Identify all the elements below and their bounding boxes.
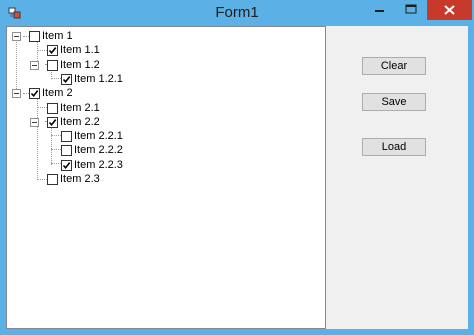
tree-view[interactable]: Item 1 Item 1.1 Item 1.2 Item 1.2.1 Item 2 It… — [6, 26, 326, 329]
tree-node-label[interactable]: Item 2 — [42, 86, 73, 100]
minimize-button[interactable] — [365, 0, 393, 20]
tree-node-checkbox[interactable] — [47, 116, 58, 128]
tree-connector — [51, 149, 61, 150]
tree-node-checkbox[interactable] — [47, 102, 58, 114]
tree-node-checkbox[interactable] — [61, 131, 72, 143]
tree-connector — [51, 163, 61, 164]
tree-expander-icon[interactable] — [12, 32, 21, 41]
checkmark-icon — [48, 47, 57, 55]
tree-connector — [37, 107, 47, 108]
clear-button[interactable]: Clear — [362, 57, 426, 75]
tree-node-checkbox[interactable] — [47, 45, 58, 57]
close-icon — [444, 5, 455, 15]
tree-node-checkbox[interactable] — [61, 159, 72, 171]
tree-node-checkbox[interactable] — [61, 73, 72, 85]
maximize-button[interactable] — [397, 0, 425, 20]
maximize-icon — [405, 4, 417, 14]
load-button[interactable]: Load — [362, 138, 426, 156]
close-button[interactable] — [427, 0, 472, 20]
tree-node-label[interactable]: Item 2.1 — [60, 101, 100, 115]
titlebar[interactable]: Form1 — [0, 0, 474, 26]
tree-node-checkbox[interactable] — [29, 88, 40, 100]
tree-expander-icon[interactable] — [30, 117, 39, 127]
tree-node-label[interactable]: Item 2.2.2 — [74, 143, 123, 157]
tree-connector — [51, 135, 61, 136]
tree-node-label[interactable]: Item 1.1 — [60, 43, 100, 57]
tree-node-label[interactable]: Item 2.2.3 — [74, 158, 123, 172]
tree-expander-icon[interactable] — [12, 89, 21, 99]
tree-connector — [37, 50, 47, 51]
app-window: Form1 Item 1 Item 1.1 Item 1.2 Item 1.2.… — [0, 0, 474, 335]
tree-node-checkbox[interactable] — [29, 31, 40, 42]
tree-node-checkbox[interactable] — [61, 145, 72, 157]
checkmark-icon — [48, 118, 57, 126]
tree-node-label[interactable]: Item 1.2 — [60, 58, 100, 72]
checkmark-icon — [30, 90, 39, 98]
tree-connector — [37, 99, 38, 180]
tree-connector — [37, 179, 47, 180]
tree-node-label[interactable]: Item 2.3 — [60, 172, 100, 186]
tree-node-checkbox[interactable] — [47, 174, 58, 185]
tree-connector — [16, 42, 17, 95]
save-button[interactable]: Save — [362, 93, 426, 111]
tree-node-label[interactable]: Item 2.2 — [60, 115, 100, 129]
tree-node-label[interactable]: Item 1 — [42, 29, 73, 43]
tree-node-label[interactable]: Item 2.2.1 — [74, 129, 123, 143]
tree-node-checkbox[interactable] — [47, 59, 58, 71]
minimize-icon — [375, 10, 384, 12]
tree-node-label[interactable]: Item 1.2.1 — [74, 72, 123, 86]
checkmark-icon — [62, 161, 71, 169]
tree-expander-icon[interactable] — [30, 60, 39, 70]
tree-connector — [51, 126, 52, 165]
form-client-area: Item 1 Item 1.1 Item 1.2 Item 1.2.1 Item 2 It… — [6, 26, 468, 329]
checkmark-icon — [62, 75, 71, 83]
tree-connector — [51, 78, 61, 79]
